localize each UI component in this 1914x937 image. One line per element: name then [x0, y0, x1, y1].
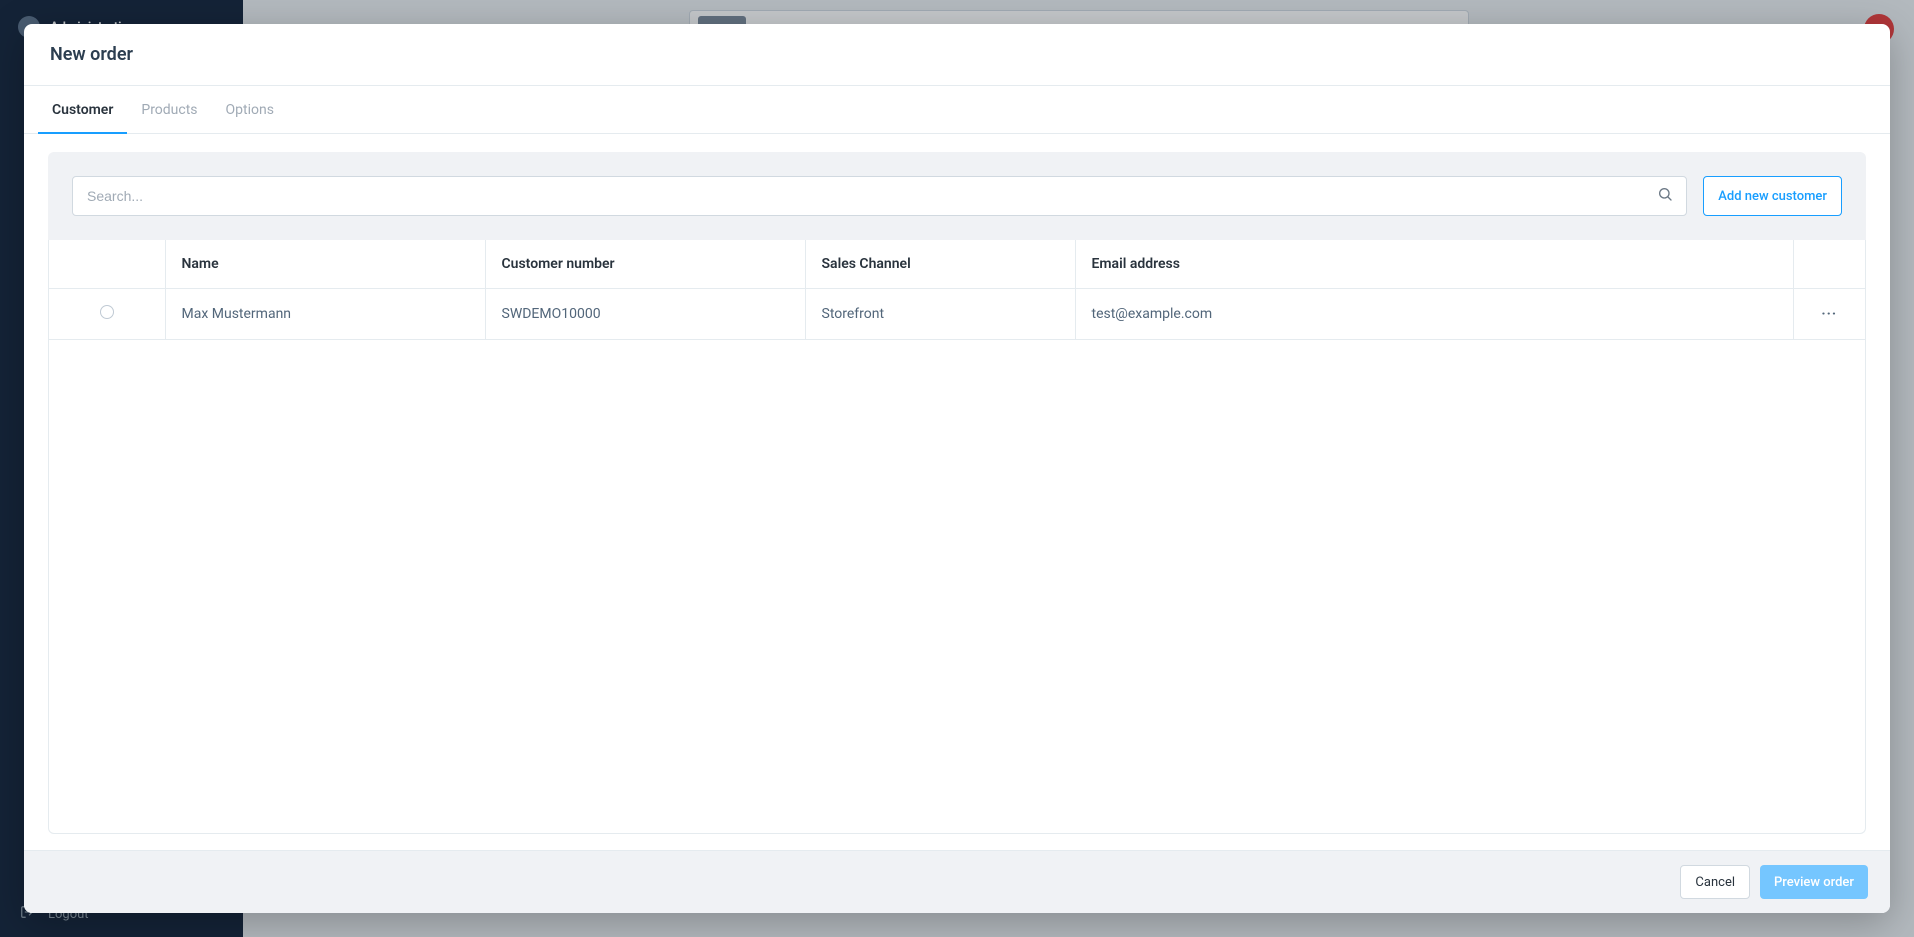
table-header-row: Name Customer number Sales Channel Email…	[49, 240, 1865, 289]
more-actions-icon[interactable]: ···	[1821, 306, 1837, 322]
cell-email: test@example.com	[1075, 289, 1793, 340]
customer-table: Name Customer number Sales Channel Email…	[48, 240, 1866, 834]
cancel-button[interactable]: Cancel	[1680, 865, 1750, 899]
modal-body: Add new customer Name Customer number	[24, 134, 1890, 850]
column-email[interactable]: Email address	[1075, 240, 1793, 289]
column-name[interactable]: Name	[165, 240, 485, 289]
tab-products[interactable]: Products	[127, 86, 211, 134]
cell-actions[interactable]: ···	[1793, 289, 1865, 340]
column-customer-number[interactable]: Customer number	[485, 240, 805, 289]
new-order-modal: New order Customer Products Options Add …	[24, 24, 1890, 913]
tab-customer[interactable]: Customer	[38, 86, 127, 134]
modal-tabs: Customer Products Options	[24, 86, 1890, 134]
tab-options[interactable]: Options	[212, 86, 288, 134]
cell-customer-number: SWDEMO10000	[485, 289, 805, 340]
modal-footer: Cancel Preview order	[24, 850, 1890, 913]
column-select	[49, 240, 165, 289]
search-wrap	[72, 176, 1687, 216]
cell-name: Max Mustermann	[165, 289, 485, 340]
column-actions	[1793, 240, 1865, 289]
cell-sales-channel: Storefront	[805, 289, 1075, 340]
preview-order-button[interactable]: Preview order	[1760, 865, 1868, 899]
customer-search-input[interactable]	[72, 176, 1687, 216]
radio-unselected-icon[interactable]	[100, 305, 114, 319]
add-new-customer-button[interactable]: Add new customer	[1703, 176, 1842, 216]
column-sales-channel[interactable]: Sales Channel	[805, 240, 1075, 289]
row-select-cell[interactable]	[49, 289, 165, 340]
table-row[interactable]: Max Mustermann SWDEMO10000 Storefront te…	[49, 289, 1865, 340]
modal-title: New order	[24, 24, 1890, 86]
search-panel: Add new customer	[48, 152, 1866, 240]
